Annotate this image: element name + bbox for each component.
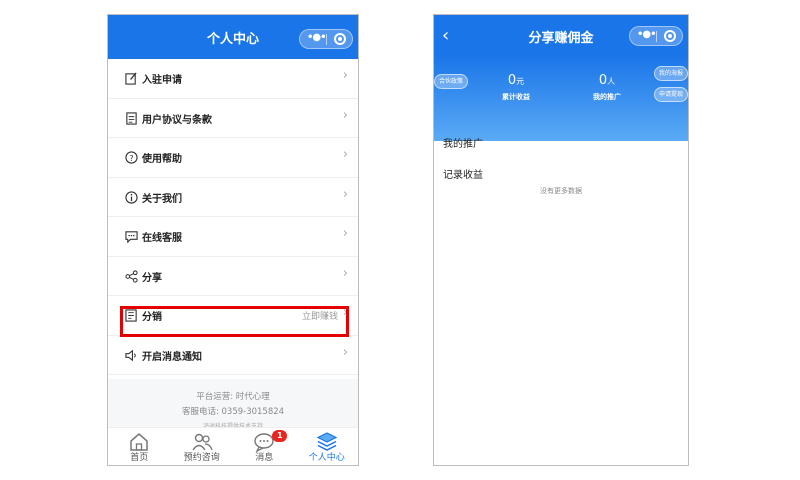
menu-item-label: 开启消息通知 (142, 351, 202, 363)
tab-label: 个人中心 (308, 453, 345, 463)
menu-item-label: 用户协议与条款 (142, 114, 212, 126)
chat-icon (125, 231, 138, 243)
help-icon: ? (125, 151, 138, 164)
earn-now-text: 立即赚钱 (301, 312, 338, 322)
earnings-record-section[interactable]: 记录收益 (443, 166, 483, 181)
tab-label: 消息 (255, 453, 274, 463)
chevron-right-icon: › (342, 186, 348, 202)
earnings-unit: 元 (516, 77, 525, 86)
menu-item-distribution[interactable]: 分销 立即赚钱 › (108, 296, 358, 336)
close-target-icon[interactable] (334, 33, 346, 45)
document-icon (126, 111, 137, 125)
profile-menu: 入驻申请 › 用户协议与条款 › ? 使用帮助 › 关于我们 › 在线客服 › … (108, 59, 358, 375)
earnings-value: 0 (507, 73, 517, 88)
tab-messages[interactable]: 1 消息 (233, 428, 296, 465)
miniprogram-capsule[interactable]: •●• (629, 26, 683, 46)
chevron-right-icon: › (342, 107, 348, 123)
total-earnings: 0元 累计收益 (476, 69, 556, 102)
no-more-data-text: 没有更多数据 (540, 187, 582, 195)
miniprogram-capsule[interactable]: •●• (299, 29, 353, 49)
referrals-caption: 我的推广 (593, 93, 621, 101)
share-commission-screen: ‹ 分享赚佣金 •●• 合伙政策 我的海报 申请提现 0元 累计收益 0人 我的… (433, 14, 689, 466)
unread-badge: 1 (272, 430, 288, 442)
menu-item-label: 在线客服 (142, 233, 182, 244)
my-promotion-section[interactable]: 我的推广 (443, 135, 483, 150)
chevron-right-icon: › (342, 344, 348, 360)
menu-item-label: 分销 (142, 312, 162, 323)
profile-header: 个人中心 •●• (108, 15, 358, 59)
svg-text:?: ? (129, 153, 133, 163)
tab-appointment[interactable]: 预约咨询 (171, 428, 234, 465)
bottom-tab-bar: 首页 预约咨询 1 消息 个人中心 (108, 427, 358, 465)
menu-item-notifications[interactable]: 开启消息通知 › (108, 336, 358, 375)
speaker-icon (125, 349, 136, 361)
earnings-banner: 合伙政策 我的海报 申请提现 0元 累计收益 0人 我的推广 (434, 55, 688, 141)
tab-label: 首页 (130, 453, 149, 463)
chevron-right-icon: › (342, 226, 348, 241)
menu-item-label: 使用帮助 (142, 154, 182, 165)
menu-item-help[interactable]: ? 使用帮助 › (108, 138, 358, 178)
referrals-unit: 人 (607, 77, 616, 86)
referrals-value: 0 (598, 73, 608, 88)
menu-item-service[interactable]: 在线客服 › (108, 217, 358, 257)
chevron-right-icon: › (342, 265, 348, 281)
more-icon[interactable]: •●• (637, 29, 656, 40)
chevron-right-icon: › (342, 305, 348, 320)
menu-item-agreement[interactable]: 用户协议与条款 › (108, 99, 358, 138)
share-header: ‹ 分享赚佣金 •●• (434, 15, 688, 55)
edit-icon (125, 72, 137, 85)
earnings-caption: 累计收益 (502, 93, 530, 101)
profile-screen: 个人中心 •●• 入驻申请 › 用户协议与条款 › ? 使用帮助 › 关于我们 … (107, 14, 359, 466)
my-poster-button[interactable]: 我的海报 (653, 66, 688, 81)
tab-label: 预约咨询 (183, 453, 220, 463)
withdraw-button[interactable]: 申请提现 (653, 87, 688, 102)
distribution-icon (125, 309, 137, 322)
more-icon[interactable]: •●• (307, 32, 326, 43)
menu-item-label: 入驻申请 (142, 75, 182, 86)
info-icon (125, 190, 138, 204)
menu-item-about[interactable]: 关于我们 › (108, 178, 358, 217)
my-referrals: 0人 我的推广 (567, 69, 647, 102)
tab-home[interactable]: 首页 (108, 428, 171, 465)
share-icon (125, 269, 138, 283)
tab-profile[interactable]: 个人中心 (296, 428, 359, 465)
operator-text: 平台运营: 时代心理 (196, 392, 270, 402)
menu-item-label: 分享 (142, 272, 162, 284)
chevron-right-icon: › (342, 147, 348, 162)
close-target-icon[interactable] (664, 30, 676, 42)
menu-item-label: 关于我们 (142, 193, 182, 205)
menu-item-share[interactable]: 分享 › (108, 257, 358, 296)
chevron-right-icon: › (342, 68, 348, 83)
partner-policy-button[interactable]: 合伙政策 (434, 74, 469, 89)
menu-item-join[interactable]: 入驻申请 › (108, 59, 358, 99)
service-phone-text: 客服电话: 0359-3015824 (181, 407, 285, 417)
